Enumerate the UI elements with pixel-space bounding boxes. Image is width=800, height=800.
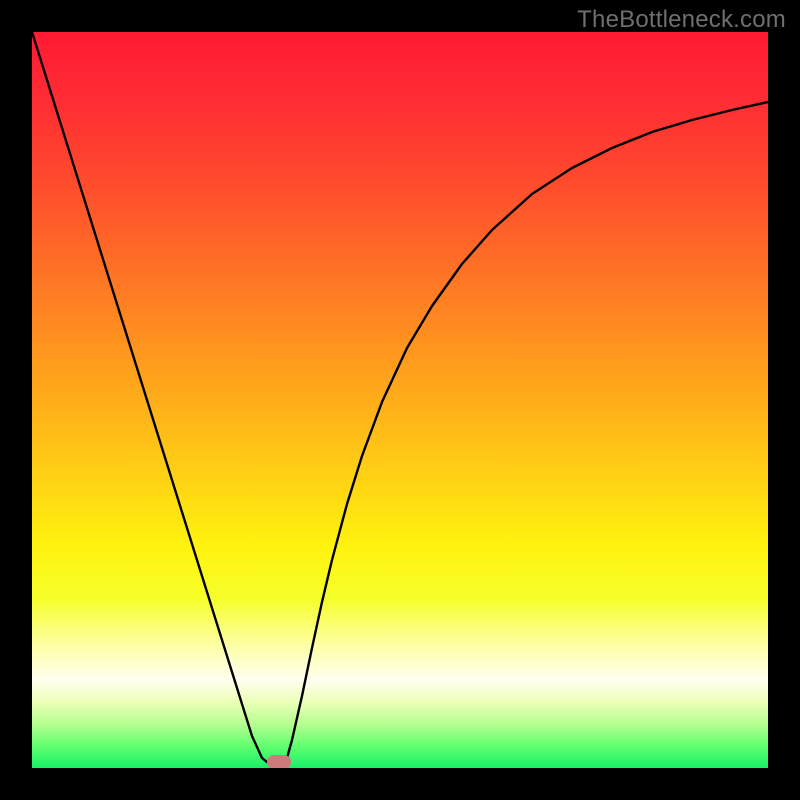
bottleneck-curve: [32, 32, 768, 768]
optimal-point-marker: [267, 755, 291, 768]
plot-area: [32, 32, 768, 768]
watermark-text: TheBottleneck.com: [577, 6, 786, 34]
chart-frame: TheBottleneck.com: [0, 0, 800, 800]
